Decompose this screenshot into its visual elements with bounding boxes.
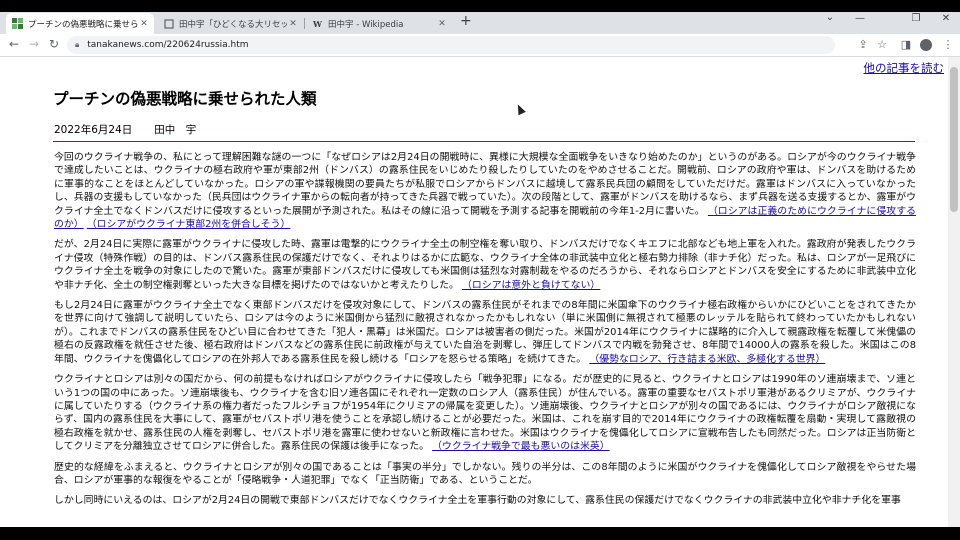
page-content: 他の記事を読む プーチンの偽悪戦略に乗せられた人類 2022年6月24日 田中 宇… [0, 57, 948, 527]
page-icon [163, 18, 174, 29]
tab-tanaka-article[interactable]: 田中宇「ひどくなる大リセット系の陳腐 ✕ [157, 13, 303, 34]
navigation-bar: ← → ↻ 🔒︎ tanakanews.com/220624russia.htm… [0, 34, 960, 57]
top-edge [0, 0, 960, 12]
title-divider [53, 141, 915, 142]
share-icon[interactable]: ⇪ [855, 38, 871, 51]
close-tab-icon[interactable]: ✕ [138, 19, 150, 29]
article-author: 田中 宇 [154, 124, 197, 136]
paragraph-1: 今回のウクライナ戦争の、私にとって理解困難な謎の一つに「なぜロシアは2月24日の… [54, 151, 916, 231]
tab-title: 田中宇 - Wikipedia [328, 19, 404, 30]
tab-current-article[interactable]: プーチンの偽悪戦略に乗せられた人類 ✕ [6, 13, 154, 34]
related-article-link[interactable]: （ロシアがウクライナ東部2州を併合しそう） [87, 219, 291, 230]
article-meta: 2022年6月24日 田中 宇 [54, 122, 196, 137]
related-article-link[interactable]: （優勢なロシア、行き詰まる米欧、多極化する世界） [589, 354, 825, 365]
close-window-icon[interactable]: ✕ [936, 13, 956, 24]
article-date: 2022年6月24日 [54, 124, 133, 136]
other-articles-link[interactable]: 他の記事を読む [864, 60, 945, 76]
related-article-link[interactable]: （ウクライナ戦争で最も悪いのは米英） [432, 441, 610, 452]
tab-search-chevron-icon[interactable]: ⌄ [820, 12, 840, 23]
reload-icon[interactable]: ↻ [46, 37, 62, 51]
paragraph-3: もし2月24日に露軍がウクライナ全土でなく東部ドンバスだけを侵攻対象にして、ドン… [54, 299, 916, 366]
lock-icon[interactable]: 🔒︎ [75, 40, 79, 50]
back-arrow-icon[interactable]: ← [6, 37, 22, 51]
tab-separator [304, 18, 305, 29]
tab-title: 田中宇「ひどくなる大リセット系の陳腐 [179, 19, 287, 30]
vertical-scrollbar[interactable] [948, 57, 960, 527]
new-tab-plus-icon[interactable]: + [460, 13, 472, 29]
address-bar[interactable]: 🔒︎ tanakanews.com/220624russia.htm [67, 36, 835, 54]
paragraph-text: 歴史的な経緯をふまえると、ウクライナとロシアが別々の国であることは「事実の半分」… [54, 461, 916, 486]
paragraph-6: しかし同時にいえるのは、ロシアが2月24日の開戦で東部ドンバスだけでなくウクライ… [54, 494, 916, 507]
minimize-icon[interactable]: — [850, 13, 870, 24]
tab-strip: プーチンの偽悪戦略に乗せられた人類 ✕ 田中宇「ひどくなる大リセット系の陳腐 ✕… [0, 12, 960, 34]
paragraph-2: だが、2月24日に実際に露軍がウクライナに侵攻した時、露軍は電撃的にウクライナ全… [54, 238, 916, 292]
paragraph-text: しかし同時にいえるのは、ロシアが2月24日の開戦で東部ドンバスだけでなくウクライ… [54, 495, 901, 507]
paragraph-5: 歴史的な経緯をふまえると、ウクライナとロシアが別々の国であることは「事実の半分」… [54, 461, 916, 488]
url-text: tanakanews.com/220624russia.htm [87, 40, 249, 50]
menu-kebab-icon[interactable]: ⋮ [940, 38, 956, 51]
close-tab-icon[interactable]: ✕ [287, 19, 299, 29]
bottom-edge [0, 527, 960, 540]
article-body: 今回のウクライナ戦争の、私にとって理解困難な謎の一つに「なぜロシアは2月24日の… [54, 151, 916, 515]
tab-wikipedia[interactable]: W 田中宇 - Wikipedia ✕ [306, 13, 452, 34]
site-favicon-icon [12, 18, 23, 29]
restore-window-icon[interactable]: ❐ [906, 13, 926, 24]
scrollbar-thumb[interactable] [950, 67, 958, 212]
paragraph-4: ウクライナとロシアは別々の国だから、何の前提もなければロシアがウクライナに侵攻し… [54, 373, 916, 453]
wikipedia-icon: W [313, 18, 322, 29]
side-panel-icon[interactable]: ◨ [898, 38, 914, 51]
close-tab-icon[interactable]: ✕ [436, 19, 448, 29]
bookmark-star-icon[interactable]: ☆ [874, 38, 890, 51]
tab-title: プーチンの偽悪戦略に乗せられた人類 [28, 19, 138, 30]
article-title: プーチンの偽悪戦略に乗せられた人類 [53, 90, 317, 108]
related-article-link[interactable]: （ロシアは意外と負けてない） [462, 280, 600, 291]
profile-avatar-icon[interactable] [920, 39, 932, 51]
forward-arrow-icon[interactable]: → [26, 37, 42, 51]
